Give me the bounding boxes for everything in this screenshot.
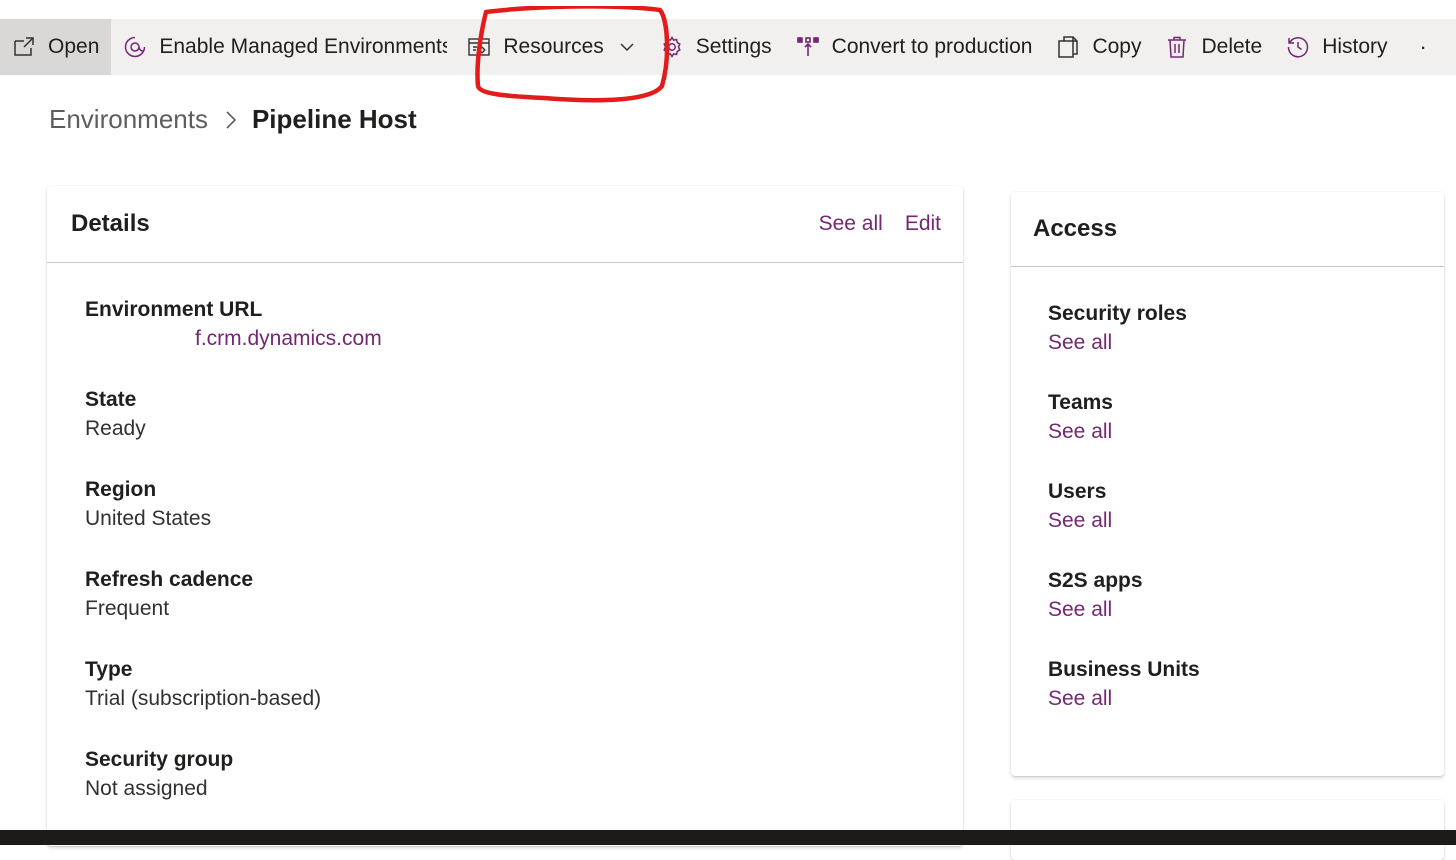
field-region: Region United States xyxy=(85,476,963,534)
field-value: Frequent xyxy=(85,594,963,624)
bottom-edge xyxy=(0,830,1456,845)
users-see-all-link[interactable]: See all xyxy=(1048,506,1444,536)
field-label: Environment URL xyxy=(85,296,963,324)
copy-icon xyxy=(1056,35,1080,59)
open-button[interactable]: Open xyxy=(0,19,111,75)
s2s-apps-see-all-link[interactable]: See all xyxy=(1048,595,1444,625)
access-title: Access xyxy=(1033,215,1117,243)
access-item-label: S2S apps xyxy=(1048,566,1444,595)
access-card: Access Security roles See all Teams See … xyxy=(1011,192,1444,776)
breadcrumb: Environments Pipeline Host xyxy=(49,104,417,135)
access-teams: Teams See all xyxy=(1048,388,1444,447)
open-external-icon xyxy=(12,35,36,59)
convert-icon xyxy=(796,35,820,59)
details-title: Details xyxy=(71,210,150,238)
business-units-see-all-link[interactable]: See all xyxy=(1048,684,1444,714)
managed-environment-icon xyxy=(123,35,147,59)
details-see-all-link[interactable]: See all xyxy=(819,212,883,236)
enable-managed-environments-button[interactable]: Enable Managed Environments xyxy=(111,19,447,75)
convert-to-production-button[interactable]: Convert to production xyxy=(784,19,1045,75)
details-card: Details See all Edit Environment URL f.c… xyxy=(47,186,963,846)
delete-label: Delete xyxy=(1201,35,1262,59)
field-label: Region xyxy=(85,476,963,504)
field-label: Security group xyxy=(85,746,963,774)
field-value: United States xyxy=(85,504,963,534)
field-value: Ready xyxy=(85,414,963,444)
command-bar: Open Enable Managed Environments Resourc… xyxy=(0,19,1456,75)
history-button[interactable]: History xyxy=(1274,19,1399,75)
access-item-label: Security roles xyxy=(1048,299,1444,328)
red-annotation-circle xyxy=(474,6,670,104)
field-environment-url: Environment URL f.crm.dynamics.com xyxy=(85,296,963,354)
access-item-label: Business Units xyxy=(1048,655,1444,684)
security-roles-see-all-link[interactable]: See all xyxy=(1048,328,1444,358)
history-icon xyxy=(1286,35,1310,59)
field-state: State Ready xyxy=(85,386,963,444)
teams-see-all-link[interactable]: See all xyxy=(1048,417,1444,447)
access-users: Users See all xyxy=(1048,477,1444,536)
top-strip xyxy=(0,0,1456,19)
access-security-roles: Security roles See all xyxy=(1048,299,1444,358)
field-value: Trial (subscription-based) xyxy=(85,684,963,714)
more-commands-button[interactable]: · xyxy=(1400,34,1427,60)
details-edit-link[interactable]: Edit xyxy=(905,212,941,236)
settings-label: Settings xyxy=(696,35,772,59)
delete-button[interactable]: Delete xyxy=(1153,19,1274,75)
breadcrumb-environments-link[interactable]: Environments xyxy=(49,104,208,135)
field-security-group: Security group Not assigned xyxy=(85,746,963,804)
field-type: Type Trial (subscription-based) xyxy=(85,656,963,714)
access-item-label: Teams xyxy=(1048,388,1444,417)
field-label: State xyxy=(85,386,963,414)
copy-button[interactable]: Copy xyxy=(1044,19,1153,75)
environment-url-link[interactable]: f.crm.dynamics.com xyxy=(85,324,963,354)
page-title: Pipeline Host xyxy=(252,104,417,135)
trash-icon xyxy=(1165,35,1189,59)
details-header: Details See all Edit xyxy=(47,186,963,263)
access-business-units: Business Units See all xyxy=(1048,655,1444,714)
access-item-label: Users xyxy=(1048,477,1444,506)
open-label: Open xyxy=(48,35,99,59)
field-label: Refresh cadence xyxy=(85,566,963,594)
copy-label: Copy xyxy=(1092,35,1141,59)
field-value: Not assigned xyxy=(85,774,963,804)
access-header: Access xyxy=(1011,192,1444,267)
enable-managed-environments-label: Enable Managed Environments xyxy=(159,35,447,59)
chevron-right-icon xyxy=(224,110,238,130)
convert-to-production-label: Convert to production xyxy=(832,35,1033,59)
field-label: Type xyxy=(85,656,963,684)
history-label: History xyxy=(1322,35,1387,59)
access-s2s-apps: S2S apps See all xyxy=(1048,566,1444,625)
field-refresh-cadence: Refresh cadence Frequent xyxy=(85,566,963,624)
